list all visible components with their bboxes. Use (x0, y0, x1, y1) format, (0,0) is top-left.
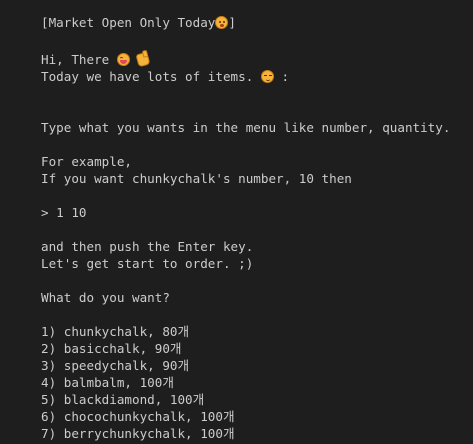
menu-item: 5) blackdiamond, 100개 (41, 392, 205, 407)
items-suffix: : (273, 69, 290, 84)
menu-item: 4) balmbalm, 100개 (41, 375, 174, 390)
instruction-line: Type what you wants in the menu like num… (41, 120, 451, 135)
grinning-face-icon (116, 53, 130, 66)
waving-hand-icon (135, 51, 151, 68)
worried-face-icon (215, 16, 229, 29)
relieved-face-icon (260, 70, 274, 83)
header-line: [Market Open Only Today] (41, 14, 236, 31)
menu-item: 2) basicchalk, 90개 (41, 341, 182, 356)
menu-item: 3) speedychalk, 90개 (41, 358, 190, 373)
items-text: Today we have lots of items. (41, 69, 261, 84)
header-text: [Market Open Only Today (41, 15, 216, 30)
menu-item: 6) chocochunkychalk, 100개 (41, 409, 235, 424)
start-message: Let's get start to order. ;) (41, 256, 254, 271)
items-line: Today we have lots of items. : (41, 68, 289, 85)
greeting-line: Hi, There (41, 51, 151, 68)
terminal-output: [Market Open Only Today] Hi, There Today… (0, 0, 473, 444)
enter-instruction: and then push the Enter key. (41, 239, 254, 254)
greeting-text: Hi, There (41, 52, 117, 67)
header-close: ] (228, 15, 236, 30)
example-description: If you want chunkychalk's number, 10 the… (41, 171, 352, 186)
menu-item: 1) chunkychalk, 80개 (41, 324, 190, 339)
menu-item: 7) berrychunkychalk, 100개 (41, 426, 235, 441)
example-label: For example, (41, 154, 132, 169)
example-input: > 1 10 (41, 205, 87, 220)
question-prompt: What do you want? (41, 290, 170, 305)
